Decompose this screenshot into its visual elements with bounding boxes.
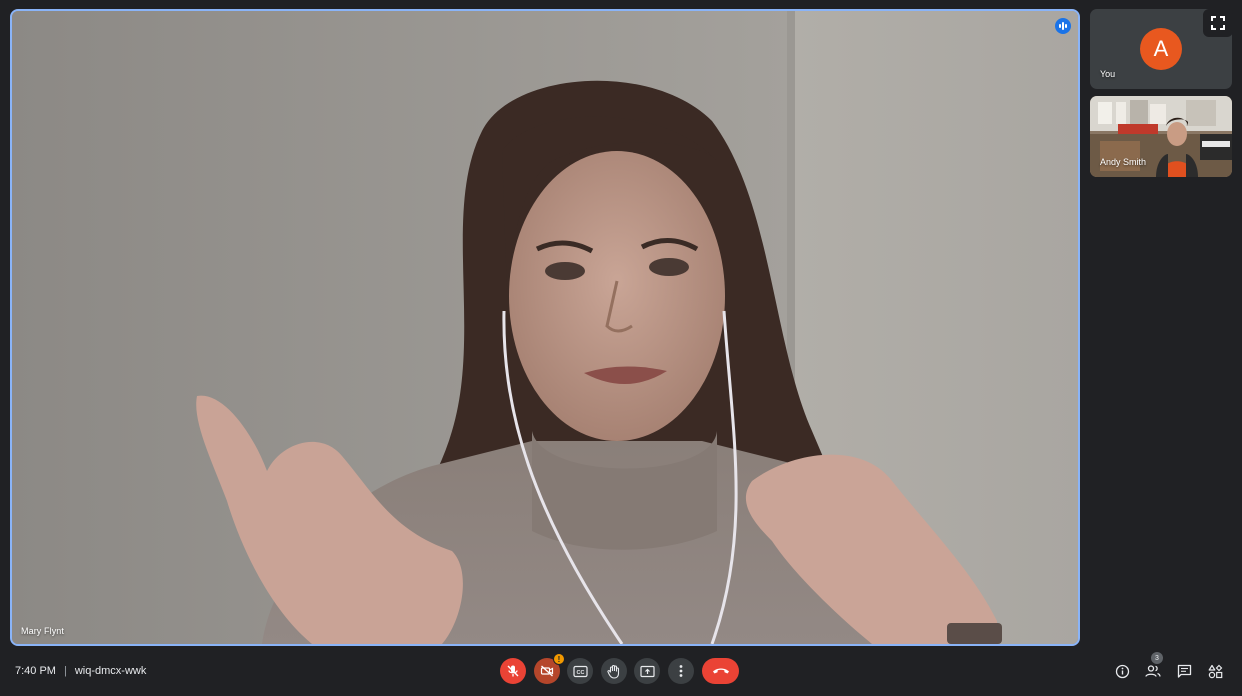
- activities-icon: [1208, 664, 1222, 678]
- people-button[interactable]: 3: [1143, 652, 1163, 681]
- camera-toggle-button[interactable]: !: [534, 653, 565, 684]
- divider: |: [63, 665, 67, 677]
- participant-name-andy: Andy Smith: [1100, 157, 1147, 167]
- mic-off-icon: [507, 665, 519, 677]
- participant-count-badge: 3: [1151, 652, 1163, 664]
- chat-icon: [1177, 664, 1191, 678]
- more-options-button[interactable]: [668, 658, 694, 684]
- info-icon: [1115, 664, 1129, 678]
- main-video-tile[interactable]: Mary Flynt: [10, 9, 1080, 646]
- meet-window: Mary Flynt A You Andy Smith 7:40 PM | wi…: [0, 0, 1242, 696]
- leave-call-button[interactable]: [702, 658, 739, 684]
- participant-name-label: Mary Flynt: [21, 626, 65, 636]
- raise-hand-button[interactable]: [601, 658, 627, 684]
- camera-off-icon: [540, 665, 554, 677]
- chat-button[interactable]: [1174, 661, 1194, 681]
- people-icon: [1145, 665, 1161, 677]
- cc-icon: CC: [572, 665, 588, 677]
- present-screen-icon: [639, 665, 655, 677]
- fullscreen-button[interactable]: [1203, 9, 1233, 37]
- hand-icon: [607, 664, 620, 679]
- avatar: A: [1140, 28, 1182, 70]
- clock-time: 7:40 PM: [15, 665, 56, 677]
- self-name-label: You: [1100, 69, 1116, 79]
- cc-icon-label: CC: [576, 670, 584, 676]
- meeting-info-button[interactable]: [1112, 661, 1132, 681]
- captions-button[interactable]: CC: [567, 658, 593, 684]
- speaking-indicator-icon: [1055, 18, 1071, 34]
- participant-video: [12, 11, 1078, 644]
- meeting-details: 7:40 PM | wiq-dmcx-wwk: [15, 662, 146, 680]
- mic-toggle-button[interactable]: [500, 658, 526, 684]
- more-vert-icon: [679, 665, 683, 677]
- activities-button[interactable]: [1205, 661, 1225, 681]
- fullscreen-icon: [1211, 16, 1225, 30]
- present-screen-button[interactable]: [634, 658, 660, 684]
- participant-tile-andy[interactable]: Andy Smith: [1090, 96, 1232, 177]
- call-end-icon: [712, 668, 729, 674]
- meeting-code: wiq-dmcx-wwk: [74, 665, 147, 677]
- camera-warning-badge: !: [553, 653, 565, 665]
